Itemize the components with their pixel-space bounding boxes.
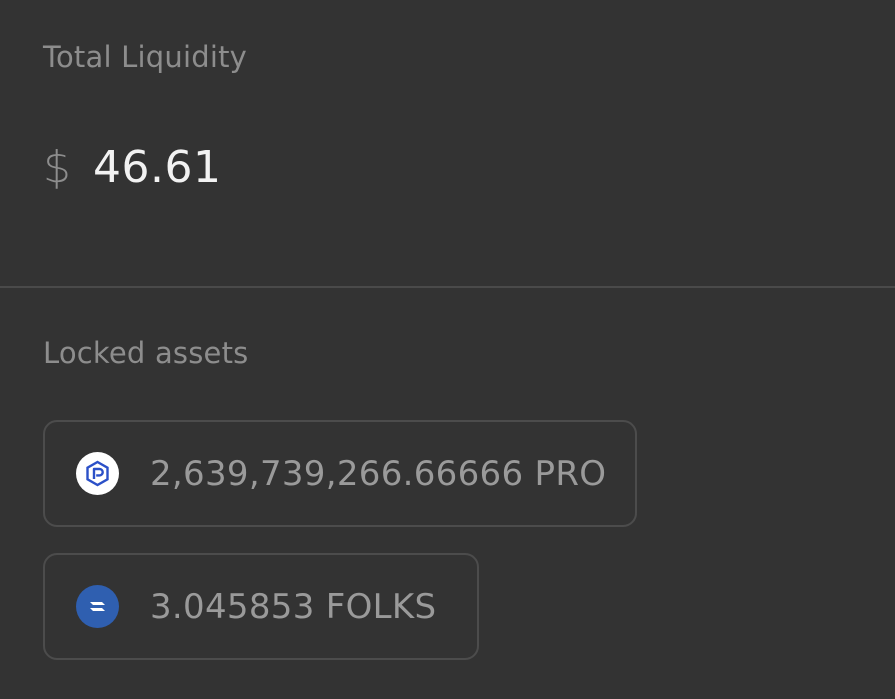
currency-symbol: $ <box>43 141 71 193</box>
total-liquidity-label: Total Liquidity <box>43 40 248 74</box>
total-liquidity-amount: 46.61 <box>93 141 222 193</box>
locked-asset-chip-folks[interactable]: 3.045853 FOLKS <box>43 553 479 660</box>
locked-asset-amount: 2,639,739,266.66666 PRO <box>150 453 607 494</box>
folks-token-icon <box>76 585 119 628</box>
locked-asset-chip-pro[interactable]: 2,639,739,266.66666 PRO <box>43 420 637 527</box>
total-liquidity-section: Total Liquidity $ 46.61 <box>0 0 895 287</box>
locked-assets-label: Locked assets <box>43 336 249 370</box>
pro-token-icon <box>76 452 119 495</box>
section-divider <box>0 286 895 288</box>
total-liquidity-value-row: $ 46.61 <box>43 137 221 197</box>
liquidity-panel: Total Liquidity $ 46.61 Locked assets 2,… <box>0 0 895 699</box>
locked-asset-amount: 3.045853 FOLKS <box>150 586 437 627</box>
